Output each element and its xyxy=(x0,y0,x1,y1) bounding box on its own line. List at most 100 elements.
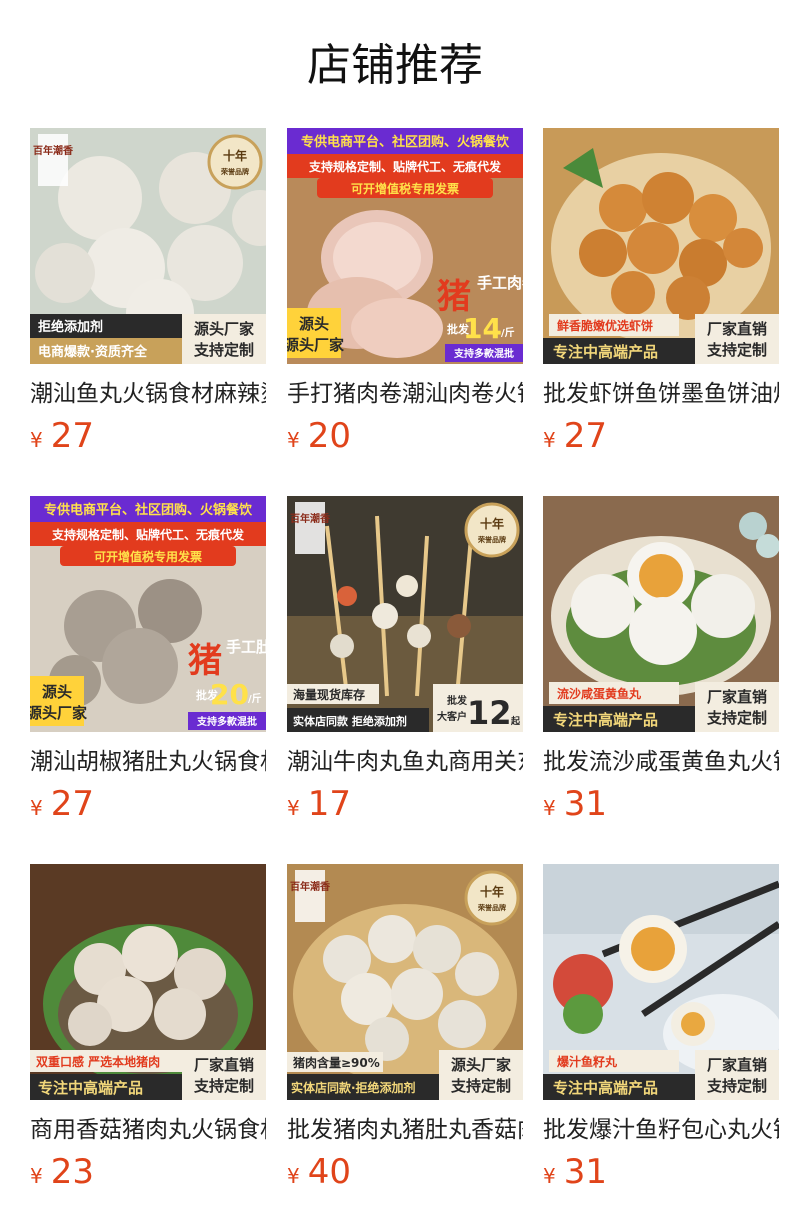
price-amount: 40 xyxy=(307,1152,351,1192)
brand-logo-icon: 百年潮香 xyxy=(290,502,330,554)
svg-text:支持定制: 支持定制 xyxy=(706,1077,767,1095)
svg-text:专供电商平台、社区团购、火锅餐饮: 专供电商平台、社区团购、火锅餐饮 xyxy=(301,134,510,150)
currency-symbol: ¥ xyxy=(287,428,300,452)
svg-text:海量现货库存: 海量现货库存 xyxy=(293,687,365,702)
brand-logo-icon: 百年潮香 xyxy=(290,870,330,922)
product-price: ¥23 xyxy=(30,1152,94,1192)
seal-badge-icon: 十年 荣誉品牌 xyxy=(464,502,520,558)
svg-text:荣誉品牌: 荣誉品牌 xyxy=(220,167,249,176)
price-amount: 23 xyxy=(50,1152,94,1192)
product-name[interactable]: 商用香菇猪肉丸火锅食材批发 xyxy=(30,1114,266,1146)
svg-text:20: 20 xyxy=(210,678,249,711)
svg-text:源头: 源头 xyxy=(299,315,329,333)
product-price: ¥40 xyxy=(287,1152,351,1192)
price-amount: 27 xyxy=(50,416,94,456)
product-card[interactable]: 百年潮香 十年 荣誉品牌 拒绝添加剂 电商爆款·资质齐全 源头厂家 支持定制 潮… xyxy=(30,128,266,458)
svg-text:支持规格定制、贴牌代工、无痕代发: 支持规格定制、贴牌代工、无痕代发 xyxy=(51,527,245,542)
svg-text:荣誉品牌: 荣誉品牌 xyxy=(477,535,506,544)
price-amount: 27 xyxy=(563,416,607,456)
svg-text:支持定制: 支持定制 xyxy=(706,341,767,359)
product-name[interactable]: 批发爆汁鱼籽包心丸火锅食材 xyxy=(543,1114,779,1146)
svg-text:源头厂家: 源头厂家 xyxy=(451,1056,511,1074)
svg-text:手工肚丸: 手工肚丸 xyxy=(226,638,266,656)
svg-text:支持定制: 支持定制 xyxy=(193,341,254,359)
product-card[interactable]: 双重口感 严选本地猪肉 专注中高端产品 厂家直销 支持定制 商用香菇猪肉丸火锅食… xyxy=(30,864,266,1194)
product-name[interactable]: 潮汕牛肉丸鱼丸商用关东煮串 xyxy=(287,746,523,778)
product-name[interactable]: 潮汕胡椒猪肚丸火锅食材批发 xyxy=(30,746,266,778)
svg-text:源头厂家: 源头厂家 xyxy=(287,336,344,354)
product-card[interactable]: 专供电商平台、社区团购、火锅餐饮 支持规格定制、贴牌代工、无痕代发 可开增值税专… xyxy=(287,128,523,458)
svg-text:支持规格定制、贴牌代工、无痕代发: 支持规格定制、贴牌代工、无痕代发 xyxy=(308,159,502,174)
product-image[interactable]: 流沙咸蛋黄鱼丸 专注中高端产品 厂家直销 支持定制 xyxy=(543,496,779,732)
currency-symbol: ¥ xyxy=(543,428,556,452)
product-image[interactable]: 百年潮香 十年 荣誉品牌 海量现货库存 实体店同款 拒绝添加剂 批发 大客户 1… xyxy=(287,496,523,732)
product-name[interactable]: 手打猪肉卷潮汕肉卷火锅食材 xyxy=(287,378,523,410)
product-image[interactable]: 专供电商平台、社区团购、火锅餐饮 支持规格定制、贴牌代工、无痕代发 可开增值税专… xyxy=(287,128,523,364)
svg-text:猪: 猪 xyxy=(437,277,471,317)
product-card[interactable]: 百年潮香 十年 荣誉品牌 猪肉含量≥90% 实体店同款·拒绝添加剂 源头厂家 支… xyxy=(287,864,523,1194)
svg-text:十年: 十年 xyxy=(480,884,504,899)
svg-text:爆汁鱼籽丸: 爆汁鱼籽丸 xyxy=(557,1054,618,1069)
product-price: ¥20 xyxy=(287,416,351,456)
svg-text:可开增值税专用发票: 可开增值税专用发票 xyxy=(94,549,202,564)
currency-symbol: ¥ xyxy=(287,796,300,820)
price-amount: 27 xyxy=(50,784,94,824)
product-image[interactable]: 爆汁鱼籽丸 专注中高端产品 厂家直销 支持定制 xyxy=(543,864,779,1100)
product-price: ¥31 xyxy=(543,1152,607,1192)
seal-badge-icon: 十年 荣誉品牌 xyxy=(464,870,520,926)
product-image[interactable]: 鲜香脆嫩优选虾饼 专注中高端产品 厂家直销 支持定制 xyxy=(543,128,779,364)
svg-text:源头厂家: 源头厂家 xyxy=(194,320,254,338)
svg-text:双重口感 严选本地猪肉: 双重口感 严选本地猪肉 xyxy=(36,1054,160,1069)
svg-text:支持定制: 支持定制 xyxy=(450,1077,511,1095)
product-card[interactable]: 专供电商平台、社区团购、火锅餐饮 支持规格定制、贴牌代工、无痕代发 可开增值税专… xyxy=(30,496,266,826)
product-name[interactable]: 潮汕鱼丸火锅食材麻辣烫关东煮 xyxy=(30,378,266,410)
currency-symbol: ¥ xyxy=(543,1164,556,1188)
svg-text:猪肉含量≥90%: 猪肉含量≥90% xyxy=(292,1055,380,1070)
svg-text:十年: 十年 xyxy=(223,148,247,163)
svg-text:批发: 批发 xyxy=(447,694,468,707)
price-amount: 31 xyxy=(563,1152,607,1192)
brand-logo-icon: 百年潮香 xyxy=(33,134,73,186)
product-name[interactable]: 批发流沙咸蛋黄鱼丸火锅丸子 xyxy=(543,746,779,778)
price-amount: 17 xyxy=(307,784,351,824)
currency-symbol: ¥ xyxy=(30,1164,43,1188)
product-image[interactable]: 专供电商平台、社区团购、火锅餐饮 支持规格定制、贴牌代工、无痕代发 可开增值税专… xyxy=(30,496,266,732)
product-price: ¥27 xyxy=(30,784,94,824)
svg-text:源头厂家: 源头厂家 xyxy=(30,704,87,722)
price-amount: 31 xyxy=(563,784,607,824)
product-image[interactable]: 双重口感 严选本地猪肉 专注中高端产品 厂家直销 支持定制 xyxy=(30,864,266,1100)
svg-text:百年潮香: 百年潮香 xyxy=(33,144,73,157)
product-image[interactable]: 百年潮香 十年 荣誉品牌 拒绝添加剂 电商爆款·资质齐全 源头厂家 支持定制 xyxy=(30,128,266,364)
svg-text:支持定制: 支持定制 xyxy=(706,709,767,727)
svg-text:/斤: /斤 xyxy=(248,692,262,705)
product-name[interactable]: 批发猪肉丸猪肚丸香菇肉丸子 xyxy=(287,1114,523,1146)
svg-text:百年潮香: 百年潮香 xyxy=(290,512,330,525)
price-amount: 20 xyxy=(307,416,351,456)
svg-text:实体店同款·拒绝添加剂: 实体店同款·拒绝添加剂 xyxy=(291,1080,416,1095)
svg-text:厂家直销: 厂家直销 xyxy=(707,1056,767,1074)
svg-text:百年潮香: 百年潮香 xyxy=(290,880,330,893)
page-title: 店铺推荐 xyxy=(307,40,483,91)
svg-text:拒绝添加剂: 拒绝添加剂 xyxy=(38,319,103,335)
svg-text:实体店同款 拒绝添加剂: 实体店同款 拒绝添加剂 xyxy=(293,714,407,728)
product-price: ¥17 xyxy=(287,784,351,824)
product-card[interactable]: 爆汁鱼籽丸 专注中高端产品 厂家直销 支持定制 批发爆汁鱼籽包心丸火锅食材 ¥3… xyxy=(543,864,779,1194)
product-card[interactable]: 流沙咸蛋黄鱼丸 专注中高端产品 厂家直销 支持定制 批发流沙咸蛋黄鱼丸火锅丸子 … xyxy=(543,496,779,826)
svg-text:电商爆款·资质齐全: 电商爆款·资质齐全 xyxy=(38,344,148,360)
svg-text:荣誉品牌: 荣誉品牌 xyxy=(477,903,506,912)
svg-text:专供电商平台、社区团购、火锅餐饮: 专供电商平台、社区团购、火锅餐饮 xyxy=(44,502,253,518)
svg-text:厂家直销: 厂家直销 xyxy=(194,1056,254,1074)
product-price: ¥27 xyxy=(30,416,94,456)
svg-text:支持多款混批: 支持多款混批 xyxy=(196,715,257,728)
product-card[interactable]: 鲜香脆嫩优选虾饼 专注中高端产品 厂家直销 支持定制 批发虾饼鱼饼墨鱼饼油炸小吃… xyxy=(543,128,779,458)
svg-text:/斤: /斤 xyxy=(501,326,515,339)
product-card[interactable]: 百年潮香 十年 荣誉品牌 海量现货库存 实体店同款 拒绝添加剂 批发 大客户 1… xyxy=(287,496,523,826)
svg-text:十年: 十年 xyxy=(480,516,504,531)
currency-symbol: ¥ xyxy=(287,1164,300,1188)
product-image[interactable]: 百年潮香 十年 荣誉品牌 猪肉含量≥90% 实体店同款·拒绝添加剂 源头厂家 支… xyxy=(287,864,523,1100)
svg-text:支持多款混批: 支持多款混批 xyxy=(453,347,514,360)
svg-text:厂家直销: 厂家直销 xyxy=(707,688,767,706)
svg-text:手工肉卷: 手工肉卷 xyxy=(477,274,523,292)
product-name[interactable]: 批发虾饼鱼饼墨鱼饼油炸小吃 xyxy=(543,378,779,410)
svg-text:流沙咸蛋黄鱼丸: 流沙咸蛋黄鱼丸 xyxy=(557,686,642,701)
